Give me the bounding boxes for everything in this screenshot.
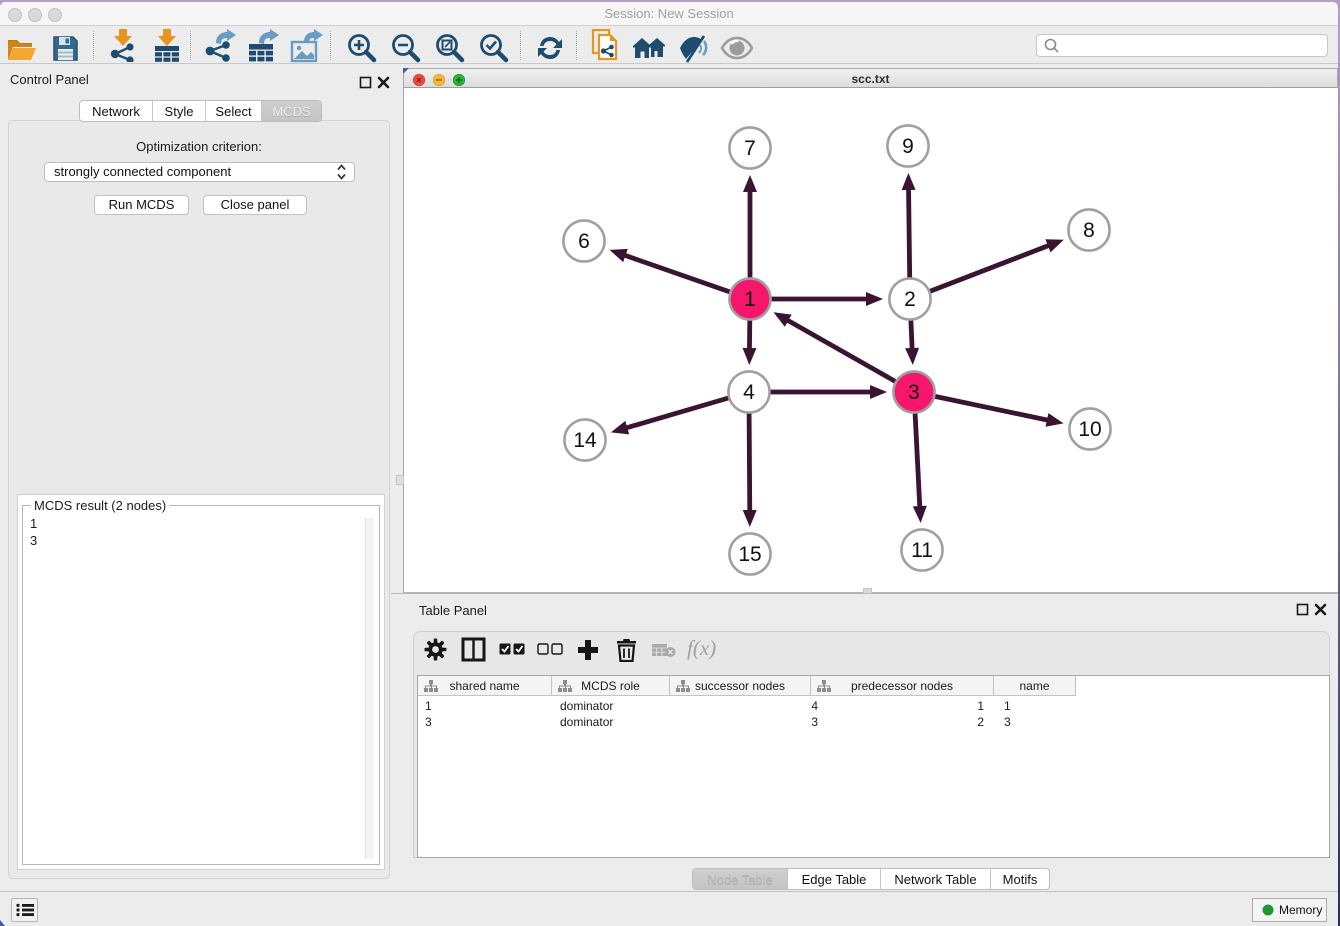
- svg-text:4: 4: [743, 381, 755, 404]
- svg-text:10: 10: [1078, 418, 1101, 441]
- svg-text:2: 2: [904, 288, 916, 311]
- svg-text:7: 7: [744, 137, 756, 160]
- svg-text:3: 3: [908, 381, 920, 404]
- svg-text:6: 6: [578, 230, 590, 253]
- svg-text:15: 15: [738, 543, 761, 566]
- svg-text:8: 8: [1083, 219, 1095, 242]
- svg-text:11: 11: [911, 539, 933, 562]
- svg-text:14: 14: [573, 429, 597, 452]
- svg-text:9: 9: [902, 135, 914, 158]
- svg-text:1: 1: [744, 288, 756, 311]
